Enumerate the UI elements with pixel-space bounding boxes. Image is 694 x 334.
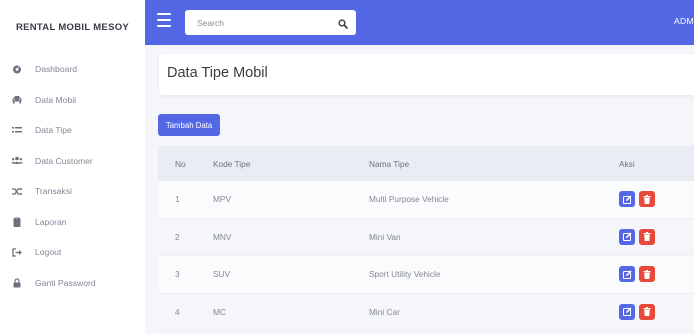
sidebar-item-logout[interactable]: Logout <box>0 237 145 268</box>
table-row: 2 MNV Mini Van <box>158 218 694 256</box>
list-icon <box>11 124 23 136</box>
dashboard-icon <box>11 63 23 75</box>
cell-kode: MPV <box>213 194 231 205</box>
topbar: ADM <box>145 0 694 45</box>
sidebar-item-label: Dashboard <box>35 64 78 75</box>
data-table: No Kode Tipe Nama Tipe Aksi 1 MPV Multi … <box>158 146 694 331</box>
sidebar-item-label: Transaksi <box>35 186 72 197</box>
cell-kode: SUV <box>213 269 231 280</box>
sidebar-item-data-customer[interactable]: Data Customer <box>0 146 145 177</box>
edit-icon <box>622 195 631 204</box>
edit-button[interactable] <box>619 303 635 320</box>
column-header-aksi: Aksi <box>619 158 635 169</box>
cell-nama: Multi Purpose Vehicle <box>369 194 449 205</box>
random-icon <box>11 185 23 197</box>
lock-icon <box>11 277 23 289</box>
cell-nama: Mini Van <box>369 231 401 242</box>
delete-button[interactable] <box>639 266 655 283</box>
edit-button[interactable] <box>619 228 635 245</box>
delete-button[interactable] <box>639 191 655 208</box>
sidebar-item-dashboard[interactable]: Dashboard <box>0 54 145 85</box>
clipboard-icon <box>11 216 23 228</box>
sidebar: RENTAL MOBIL MESOY Dashboard Data Mobil … <box>0 0 145 334</box>
table-row: 4 MC Mini Car <box>158 293 694 331</box>
car-icon <box>11 94 23 106</box>
trash-icon <box>643 307 651 317</box>
row-actions <box>619 228 655 245</box>
search-icon[interactable] <box>338 16 350 29</box>
cell-nama: Sport Utility Vehicle <box>369 269 441 280</box>
sidebar-item-data-mobil[interactable]: Data Mobil <box>0 85 145 116</box>
search-input[interactable] <box>185 16 339 29</box>
column-header-kode: Kode Tipe <box>213 158 251 169</box>
edit-icon <box>622 270 631 279</box>
cell-kode: MNV <box>213 231 232 242</box>
cell-nama: Mini Car <box>369 306 400 317</box>
hamburger-menu-icon[interactable] <box>157 13 171 27</box>
search-box <box>185 10 356 35</box>
row-actions <box>619 303 655 320</box>
sidebar-item-transaksi[interactable]: Transaksi <box>0 176 145 207</box>
table-row: 1 MPV Multi Purpose Vehicle <box>158 181 694 219</box>
add-data-button[interactable]: Tambah Data <box>158 114 220 136</box>
trash-icon <box>643 194 651 204</box>
edit-button[interactable] <box>619 191 635 208</box>
sidebar-item-label: Data Mobil <box>35 94 77 105</box>
trash-icon <box>643 232 651 242</box>
cell-no: 2 <box>175 231 180 242</box>
brand-title[interactable]: RENTAL MOBIL MESOY <box>0 0 145 54</box>
sidebar-item-label: Logout <box>35 247 62 258</box>
edit-icon <box>622 232 631 242</box>
row-actions <box>619 191 655 208</box>
sidebar-item-data-tipe[interactable]: Data Tipe <box>0 115 145 146</box>
edit-button[interactable] <box>619 266 635 283</box>
page-heading-card: Data Tipe Mobil <box>159 54 694 95</box>
delete-button[interactable] <box>639 228 655 245</box>
row-actions <box>619 266 655 283</box>
page-title: Data Tipe Mobil <box>167 65 268 81</box>
user-menu[interactable]: ADM <box>674 16 694 26</box>
sidebar-item-laporan[interactable]: Laporan <box>0 207 145 238</box>
cell-no: 4 <box>175 306 180 317</box>
delete-button[interactable] <box>639 303 655 320</box>
cell-no: 3 <box>175 269 180 280</box>
table-header: No Kode Tipe Nama Tipe Aksi <box>158 146 694 181</box>
cell-kode: MC <box>213 306 226 317</box>
cell-no: 1 <box>175 194 180 205</box>
column-header-no: No <box>175 158 186 169</box>
sidebar-item-ganti-password[interactable]: Ganti Password <box>0 268 145 299</box>
edit-icon <box>622 307 631 317</box>
sidebar-item-label: Data Tipe <box>35 125 72 136</box>
sidebar-item-label: Ganti Password <box>35 277 96 288</box>
table-row: 3 SUV Sport Utility Vehicle <box>158 256 694 294</box>
column-header-nama: Nama Tipe <box>369 158 410 169</box>
trash-icon <box>643 269 651 279</box>
sidebar-item-label: Laporan <box>35 216 67 227</box>
logout-icon <box>11 246 23 258</box>
sidebar-item-label: Data Customer <box>35 155 93 166</box>
users-icon <box>11 155 23 167</box>
